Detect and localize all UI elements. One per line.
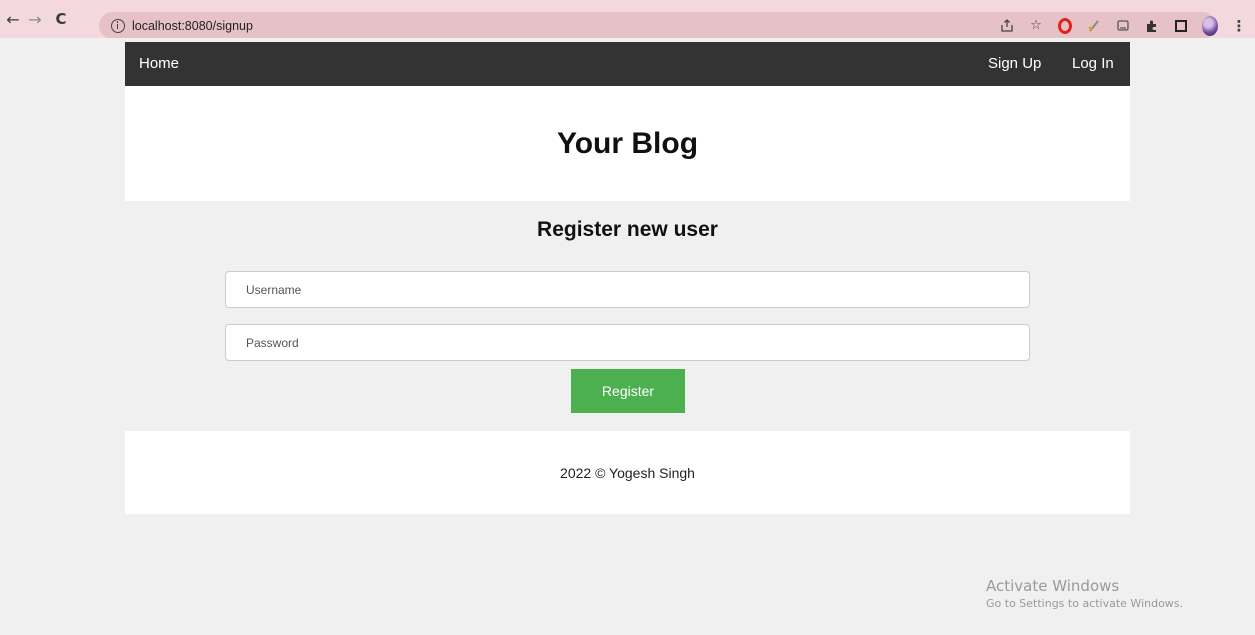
nav-login-link[interactable]: Log In	[1072, 42, 1114, 86]
share-icon[interactable]	[999, 18, 1015, 34]
page-content: Home Sign Up Log In Your Blog Register n…	[0, 38, 1255, 635]
blog-header: Your Blog	[125, 86, 1130, 201]
extension-icon[interactable]	[1086, 18, 1102, 34]
watermark-subtitle: Go to Settings to activate Windows.	[986, 597, 1184, 610]
forward-arrow-icon[interactable]: →	[24, 0, 46, 38]
nav-signup-link[interactable]: Sign Up	[988, 42, 1041, 86]
register-button[interactable]: Register	[571, 369, 685, 413]
media-icon[interactable]	[1115, 18, 1131, 34]
footer: 2022 © Yogesh Singh	[125, 431, 1130, 514]
back-arrow-icon[interactable]: ←	[2, 0, 24, 38]
reload-icon[interactable]: C	[50, 0, 72, 38]
nav-home-link[interactable]: Home	[139, 42, 179, 86]
profile-avatar[interactable]	[1202, 15, 1218, 36]
puzzle-icon[interactable]	[1144, 18, 1160, 34]
top-navigation: Home Sign Up Log In	[125, 42, 1130, 86]
opera-icon[interactable]	[1057, 17, 1073, 34]
password-input[interactable]	[225, 324, 1030, 361]
blog-title: Your Blog	[556, 126, 699, 160]
browser-actions: ☆ ⋮	[999, 12, 1247, 39]
username-input[interactable]	[225, 271, 1030, 308]
watermark-title: Activate Windows	[986, 577, 1120, 595]
star-icon[interactable]: ☆	[1028, 18, 1044, 34]
menu-icon[interactable]: ⋮	[1231, 17, 1247, 35]
form-title: Register new user	[537, 218, 718, 241]
url-text[interactable]: localhost:8080/signup	[132, 19, 253, 33]
footer-text: 2022 © Yogesh Singh	[560, 464, 695, 481]
info-icon[interactable]	[111, 18, 125, 33]
windows-activation-watermark: Activate Windows Go to Settings to activ…	[986, 576, 1183, 612]
browser-toolbar: ← → C localhost:8080/signup ☆ ⋮	[0, 0, 1255, 39]
sidebar-icon[interactable]	[1173, 18, 1189, 34]
